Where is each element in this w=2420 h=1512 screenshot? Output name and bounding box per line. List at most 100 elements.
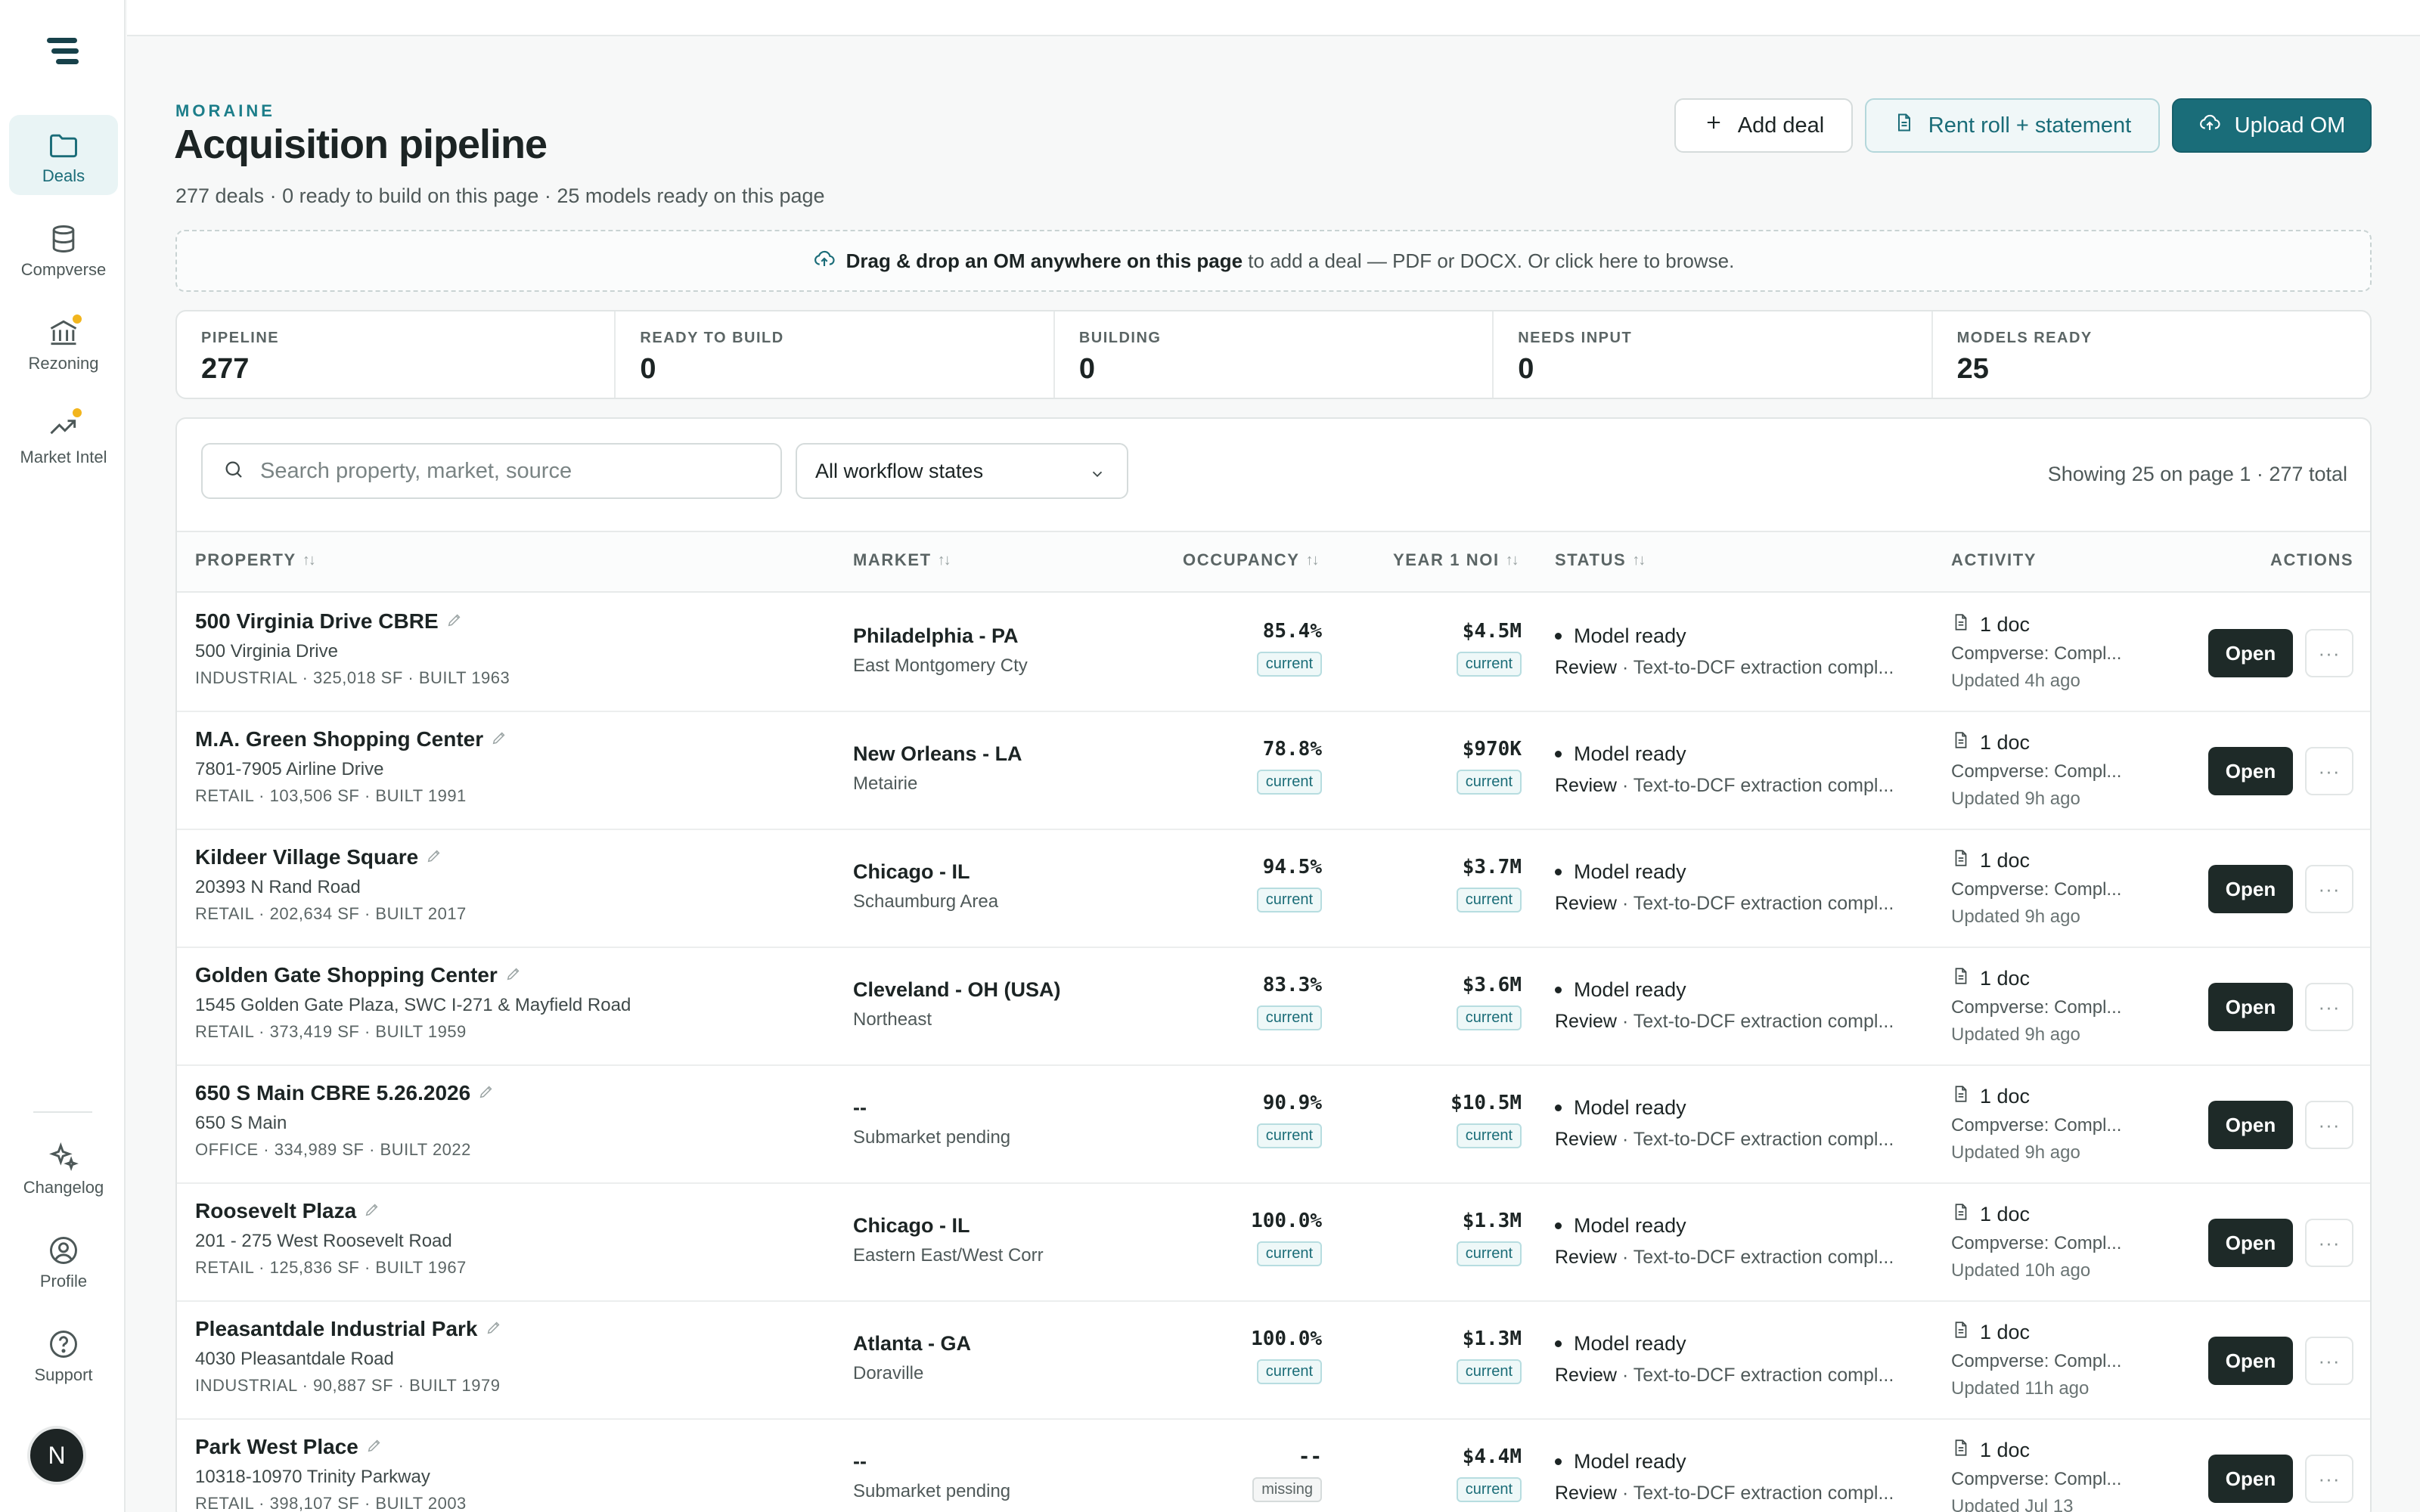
more-actions-button[interactable]: ··· xyxy=(2305,1455,2353,1503)
activity-docs[interactable]: 1 doc xyxy=(1951,612,2121,637)
app-logo-icon[interactable] xyxy=(45,35,80,68)
table-row[interactable]: 500 Virginia Drive CBRE 500 Virginia Driv… xyxy=(177,594,2370,712)
property-address: 20393 N Rand Road xyxy=(195,877,361,897)
property-name[interactable]: 650 S Main CBRE 5.26.2026 xyxy=(195,1081,470,1105)
property-name-row: Kildeer Village Square xyxy=(195,845,467,869)
om-dropzone[interactable]: Drag & drop an OM anywhere on this page … xyxy=(175,230,2372,292)
property-cell: Golden Gate Shopping Center 1545 Golden G… xyxy=(195,963,631,1042)
property-name[interactable]: Golden Gate Shopping Center xyxy=(195,963,498,987)
property-name[interactable]: 500 Virginia Drive CBRE xyxy=(195,609,439,634)
occupancy-cell: 94.5% current xyxy=(1201,856,1322,912)
edit-pencil-icon[interactable] xyxy=(366,1435,383,1459)
more-horizontal-icon: ··· xyxy=(2318,1349,2341,1372)
activity-docs[interactable]: 1 doc xyxy=(1951,966,2121,991)
open-button[interactable]: Open xyxy=(2208,1337,2293,1385)
status-cell: Model ready Review · Text-to-DCF extracti… xyxy=(1555,860,1894,915)
activity-docs[interactable]: 1 doc xyxy=(1951,848,2121,873)
sidebar-item-changelog[interactable]: Changelog xyxy=(9,1126,118,1207)
sidebar-item-market-intel[interactable]: Market Intel xyxy=(9,396,118,476)
more-actions-button[interactable]: ··· xyxy=(2305,629,2353,677)
activity-docs[interactable]: 1 doc xyxy=(1951,1438,2121,1463)
stat-value: 0 xyxy=(1518,353,1534,385)
status-text: Model ready xyxy=(1574,1450,1686,1473)
status-dot xyxy=(1555,869,1562,875)
open-button[interactable]: Open xyxy=(2208,629,2293,677)
sidebar-item-rezoning[interactable]: Rezoning xyxy=(9,302,118,383)
edit-pencil-icon[interactable] xyxy=(486,1317,502,1341)
occupancy-cell: 100.0% current xyxy=(1201,1328,1322,1384)
edit-pencil-icon[interactable] xyxy=(446,609,463,634)
upload-om-button[interactable]: Upload OM xyxy=(2172,98,2372,153)
table-row[interactable]: 650 S Main CBRE 5.26.2026 650 S Main OFFIC… xyxy=(177,1066,2370,1184)
user-circle-icon xyxy=(47,1234,80,1267)
open-button[interactable]: Open xyxy=(2208,1219,2293,1267)
activity-cell: 1 doc Compverse: Compl... Updated 9h ago xyxy=(1951,730,2121,810)
status-detail: · Text-to-DCF extraction compl... xyxy=(1621,1483,1894,1504)
status-dot xyxy=(1555,1458,1562,1465)
column-header-status[interactable]: STATUS ↑↓ xyxy=(1555,550,1646,570)
occupancy-value: 94.5% xyxy=(1262,856,1322,878)
user-avatar[interactable]: N xyxy=(27,1426,86,1485)
more-actions-button[interactable]: ··· xyxy=(2305,747,2353,795)
property-name[interactable]: M.A. Green Shopping Center xyxy=(195,727,483,751)
open-button[interactable]: Open xyxy=(2208,865,2293,913)
status-cell: Model ready Review · Text-to-DCF extracti… xyxy=(1555,1096,1894,1151)
column-header-market[interactable]: MARKET ↑↓ xyxy=(853,550,951,570)
rent-roll-button[interactable]: Rent roll + statement xyxy=(1865,98,2160,153)
noi-value: $4.5M xyxy=(1462,620,1522,643)
property-name[interactable]: Pleasantdale Industrial Park xyxy=(195,1317,478,1341)
activity-cell: 1 doc Compverse: Compl... Updated 10h ago xyxy=(1951,1202,2121,1281)
search-field[interactable]: Search property, market, source xyxy=(201,443,782,499)
more-actions-button[interactable]: ··· xyxy=(2305,1337,2353,1385)
edit-pencil-icon[interactable] xyxy=(505,963,522,987)
table-row[interactable]: Golden Gate Shopping Center 1545 Golden G… xyxy=(177,948,2370,1066)
activity-docs[interactable]: 1 doc xyxy=(1951,1202,2121,1227)
sidebar-item-support[interactable]: Support xyxy=(9,1314,118,1394)
edit-pencil-icon[interactable] xyxy=(491,727,507,751)
market-city: Cleveland - OH (USA) xyxy=(853,978,1061,1001)
more-actions-button[interactable]: ··· xyxy=(2305,1219,2353,1267)
table-row[interactable]: Pleasantdale Industrial Park 4030 Pleasan… xyxy=(177,1302,2370,1420)
edit-pencil-icon[interactable] xyxy=(426,845,442,869)
open-button[interactable]: Open xyxy=(2208,747,2293,795)
property-address: 650 S Main xyxy=(195,1113,287,1133)
activity-docs[interactable]: 1 doc xyxy=(1951,1084,2121,1109)
table-row[interactable]: M.A. Green Shopping Center 7801-7905 Airl… xyxy=(177,712,2370,830)
property-meta: RETAIL · 373,419 SF · BUILT 1959 xyxy=(195,1022,467,1041)
property-name[interactable]: Kildeer Village Square xyxy=(195,845,418,869)
column-header-noi[interactable]: YEAR 1 NOI ↑↓ xyxy=(1393,550,1519,570)
open-button[interactable]: Open xyxy=(2208,1101,2293,1149)
workflow-state-select[interactable]: All workflow states xyxy=(796,443,1128,499)
sidebar-item-deals[interactable]: Deals xyxy=(9,115,118,195)
status-cell: Model ready Review · Text-to-DCF extracti… xyxy=(1555,1332,1894,1387)
status-badge: Model ready xyxy=(1555,742,1894,766)
activity-docs[interactable]: 1 doc xyxy=(1951,730,2121,755)
property-name[interactable]: Roosevelt Plaza xyxy=(195,1199,356,1223)
add-deal-button[interactable]: Add deal xyxy=(1674,98,1853,153)
stat-value: 25 xyxy=(1956,353,1989,385)
more-actions-button[interactable]: ··· xyxy=(2305,865,2353,913)
column-header-occupancy[interactable]: OCCUPANCY ↑↓ xyxy=(1183,550,1320,570)
stat-label: BUILDING xyxy=(1078,330,1162,346)
sidebar-item-profile[interactable]: Profile xyxy=(9,1220,118,1300)
edit-pencil-icon[interactable] xyxy=(364,1199,380,1223)
property-name[interactable]: Park West Place xyxy=(195,1435,358,1459)
noi-value: $10.5M xyxy=(1450,1092,1522,1114)
activity-docs[interactable]: 1 doc xyxy=(1951,1320,2121,1345)
search-input[interactable]: Search property, market, source xyxy=(260,459,572,484)
stat-pipeline: PIPELINE 277 xyxy=(177,311,616,398)
more-actions-button[interactable]: ··· xyxy=(2305,983,2353,1031)
open-button[interactable]: Open xyxy=(2208,983,2293,1031)
column-header-property[interactable]: PROPERTY ↑↓ xyxy=(195,550,316,570)
more-actions-button[interactable]: ··· xyxy=(2305,1101,2353,1149)
edit-pencil-icon[interactable] xyxy=(478,1081,495,1105)
table-row[interactable]: Roosevelt Plaza 201 - 275 West Roosevelt … xyxy=(177,1184,2370,1302)
table-row[interactable]: Kildeer Village Square 20393 N Rand Road R… xyxy=(177,830,2370,948)
sidebar-item-compverse[interactable]: Compverse xyxy=(9,209,118,289)
activity-source: Compverse: Compl... xyxy=(1951,1233,2122,1253)
activity-updated: Updated 9h ago xyxy=(1951,906,2080,927)
table-row[interactable]: Park West Place 10318-10970 Trinity Parkw… xyxy=(177,1420,2370,1512)
more-horizontal-icon: ··· xyxy=(2318,759,2341,782)
open-button[interactable]: Open xyxy=(2208,1455,2293,1503)
add-deal-label: Add deal xyxy=(1737,113,1825,138)
